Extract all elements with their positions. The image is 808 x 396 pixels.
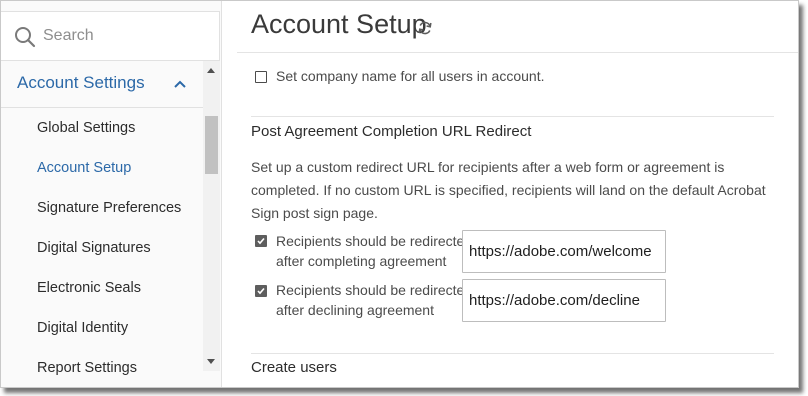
title-divider xyxy=(237,52,798,53)
company-name-checkbox[interactable] xyxy=(255,71,267,83)
company-name-label: Set company name for all users in accoun… xyxy=(276,68,545,84)
main-content: Account Setup Set company name for all u… xyxy=(237,1,798,387)
sidebar-section-label: Account Settings xyxy=(17,73,145,92)
redirect-declining-label-line1: Recipients should be redirected xyxy=(276,282,473,298)
sidebar-item-account-setup[interactable]: Account Setup xyxy=(37,160,131,176)
refresh-icon[interactable] xyxy=(417,20,433,36)
create-users-title: Create users xyxy=(251,359,337,376)
redirect-declining-url-input[interactable] xyxy=(462,279,666,322)
sidebar-item-digital-identity[interactable]: Digital Identity xyxy=(37,320,128,336)
search-box[interactable]: Search xyxy=(1,11,220,61)
sidebar-item-electronic-seals[interactable]: Electronic Seals xyxy=(37,280,141,296)
redirect-declining-label: Recipients should be redirected after de… xyxy=(276,280,472,320)
sidebar-scrollbar[interactable] xyxy=(203,61,220,371)
redirect-completing-label: Recipients should be redirected after co… xyxy=(276,231,472,271)
redirect-completing-url-input[interactable] xyxy=(462,230,666,273)
page-title: Account Setup xyxy=(251,9,427,39)
scroll-down-arrow-icon[interactable] xyxy=(207,359,215,364)
sidebar-item-report-settings[interactable]: Report Settings xyxy=(37,360,137,376)
sidebar-item-digital-signatures[interactable]: Digital Signatures xyxy=(37,240,151,256)
search-icon xyxy=(15,27,36,48)
chevron-up-icon[interactable] xyxy=(174,80,186,88)
redirect-declining-label-line2: after declining agreement xyxy=(276,302,434,318)
checkmark-icon xyxy=(257,237,265,245)
redirect-declining-checkbox[interactable] xyxy=(255,285,267,297)
scroll-up-arrow-icon[interactable] xyxy=(207,68,215,73)
sidebar-item-signature-preferences[interactable]: Signature Preferences xyxy=(37,200,181,216)
sidebar: Search Account Settings Global Settings … xyxy=(1,1,222,387)
search-placeholder: Search xyxy=(43,27,94,44)
redirect-completing-label-line1: Recipients should be redirected xyxy=(276,233,473,249)
sidebar-section-account-settings[interactable]: Account Settings xyxy=(1,61,203,108)
section-divider xyxy=(251,116,774,117)
scrollbar-thumb[interactable] xyxy=(205,116,218,174)
redirect-section-title: Post Agreement Completion URL Redirect xyxy=(251,123,532,140)
redirect-completing-checkbox[interactable] xyxy=(255,235,267,247)
section-divider xyxy=(251,353,774,354)
redirect-completing-label-line2: after completing agreement xyxy=(276,253,447,269)
checkmark-icon xyxy=(257,287,265,295)
redirect-description: Set up a custom redirect URL for recipie… xyxy=(251,159,766,221)
sidebar-item-global-settings[interactable]: Global Settings xyxy=(37,120,135,136)
app-window: Search Account Settings Global Settings … xyxy=(0,0,799,388)
